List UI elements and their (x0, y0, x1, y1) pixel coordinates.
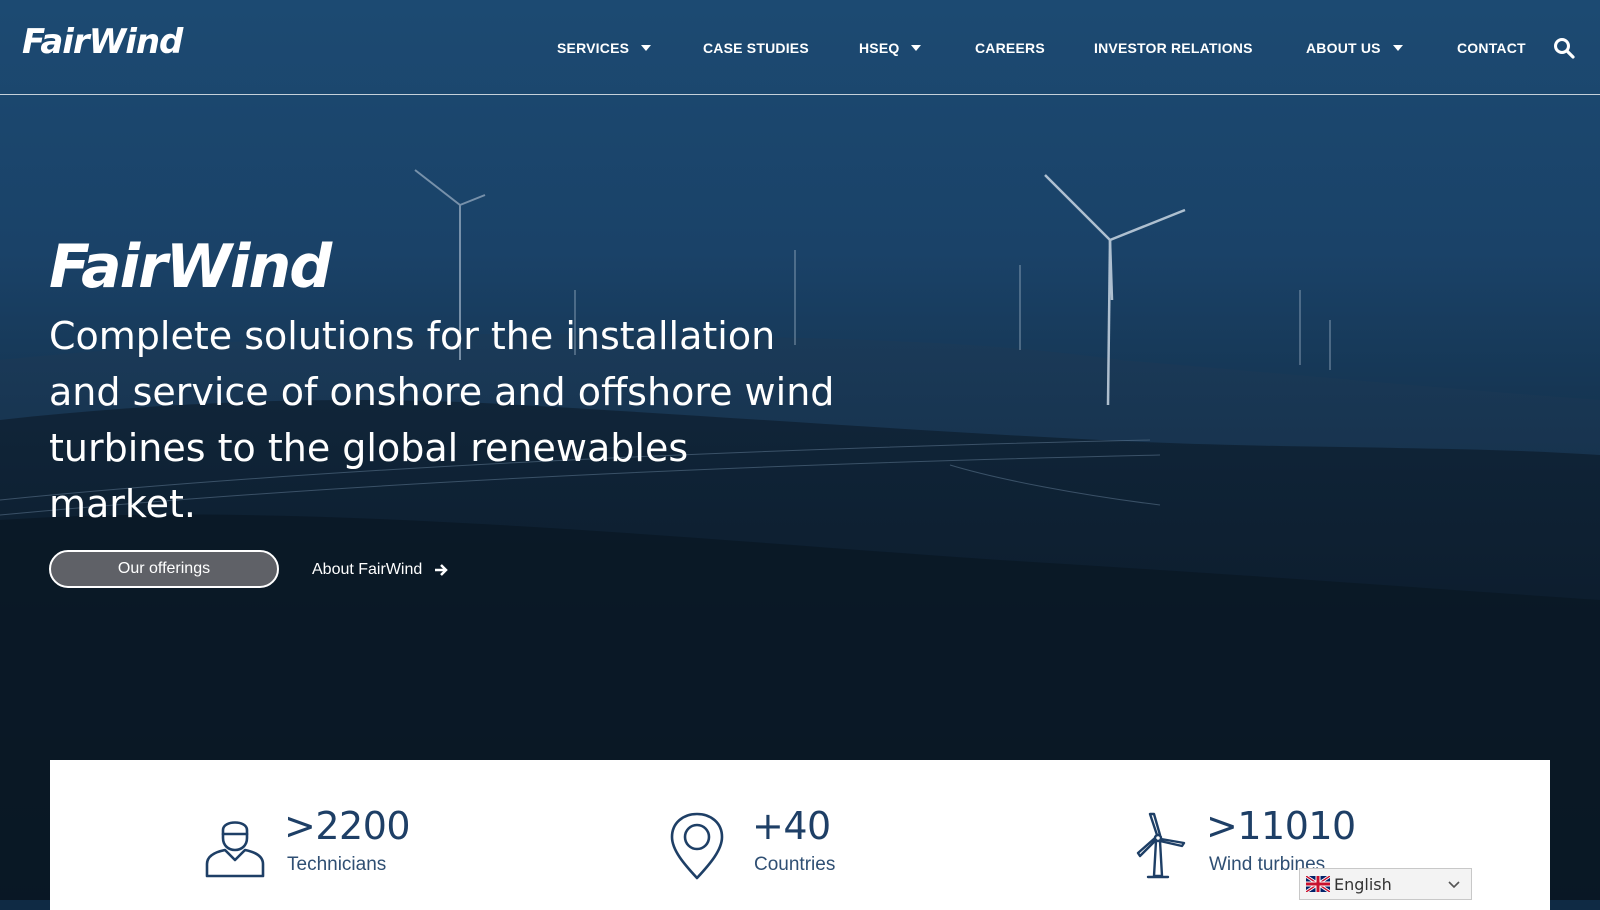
hero-title: FairWind (49, 232, 332, 302)
wind-turbine-icon (1136, 812, 1186, 879)
nav-item-label: CAREERS (975, 40, 1045, 56)
search-icon[interactable] (1553, 37, 1575, 59)
chevron-down-icon (1448, 881, 1460, 889)
caret-down-icon (911, 45, 922, 51)
site-header: FairWind SERVICES CASE STUDIES HSEQ CARE… (0, 0, 1600, 95)
nav-item-label: CONTACT (1457, 40, 1526, 56)
stat-value: >11010 (1206, 804, 1356, 848)
nav-item-contact[interactable]: CONTACT (1457, 39, 1526, 57)
about-fairwind-link[interactable]: About FairWind (312, 560, 449, 580)
nav-item-case-studies[interactable]: CASE STUDIES (703, 39, 809, 57)
stat-label: Technicians (287, 854, 387, 875)
location-pin-icon (670, 812, 724, 880)
arrow-right-icon (435, 564, 449, 576)
nav-item-hseq[interactable]: HSEQ (859, 39, 922, 57)
stat-countries: +40 Countries (670, 760, 1070, 910)
uk-flag-icon (1306, 876, 1330, 892)
stat-value: +40 (752, 804, 831, 848)
about-fairwind-label: About FairWind (312, 561, 423, 578)
nav-item-about-us[interactable]: ABOUT US (1306, 39, 1403, 57)
our-offerings-button[interactable]: Our offerings (49, 550, 279, 588)
nav-item-services[interactable]: SERVICES (557, 39, 652, 57)
nav-item-careers[interactable]: CAREERS (975, 39, 1045, 57)
nav-item-label: HSEQ (859, 40, 900, 56)
caret-down-icon (641, 45, 652, 51)
hero-subtitle: Complete solutions for the installation … (49, 314, 835, 526)
main-nav: SERVICES CASE STUDIES HSEQ CAREERS INVES… (0, 0, 1600, 94)
language-selected: English (1334, 874, 1392, 894)
stat-technicians: >2200 Technicians (200, 760, 600, 910)
language-selector[interactable]: English (1299, 868, 1472, 900)
nav-item-label: SERVICES (557, 40, 630, 56)
technician-icon (205, 821, 265, 878)
stat-value: >2200 (284, 804, 411, 848)
nav-item-label: ABOUT US (1306, 40, 1381, 56)
stat-label: Countries (754, 854, 836, 875)
nav-item-investor-relations[interactable]: INVESTOR RELATIONS (1094, 39, 1253, 57)
nav-item-label: INVESTOR RELATIONS (1094, 40, 1253, 56)
caret-down-icon (1392, 45, 1403, 51)
nav-item-label: CASE STUDIES (703, 40, 809, 56)
